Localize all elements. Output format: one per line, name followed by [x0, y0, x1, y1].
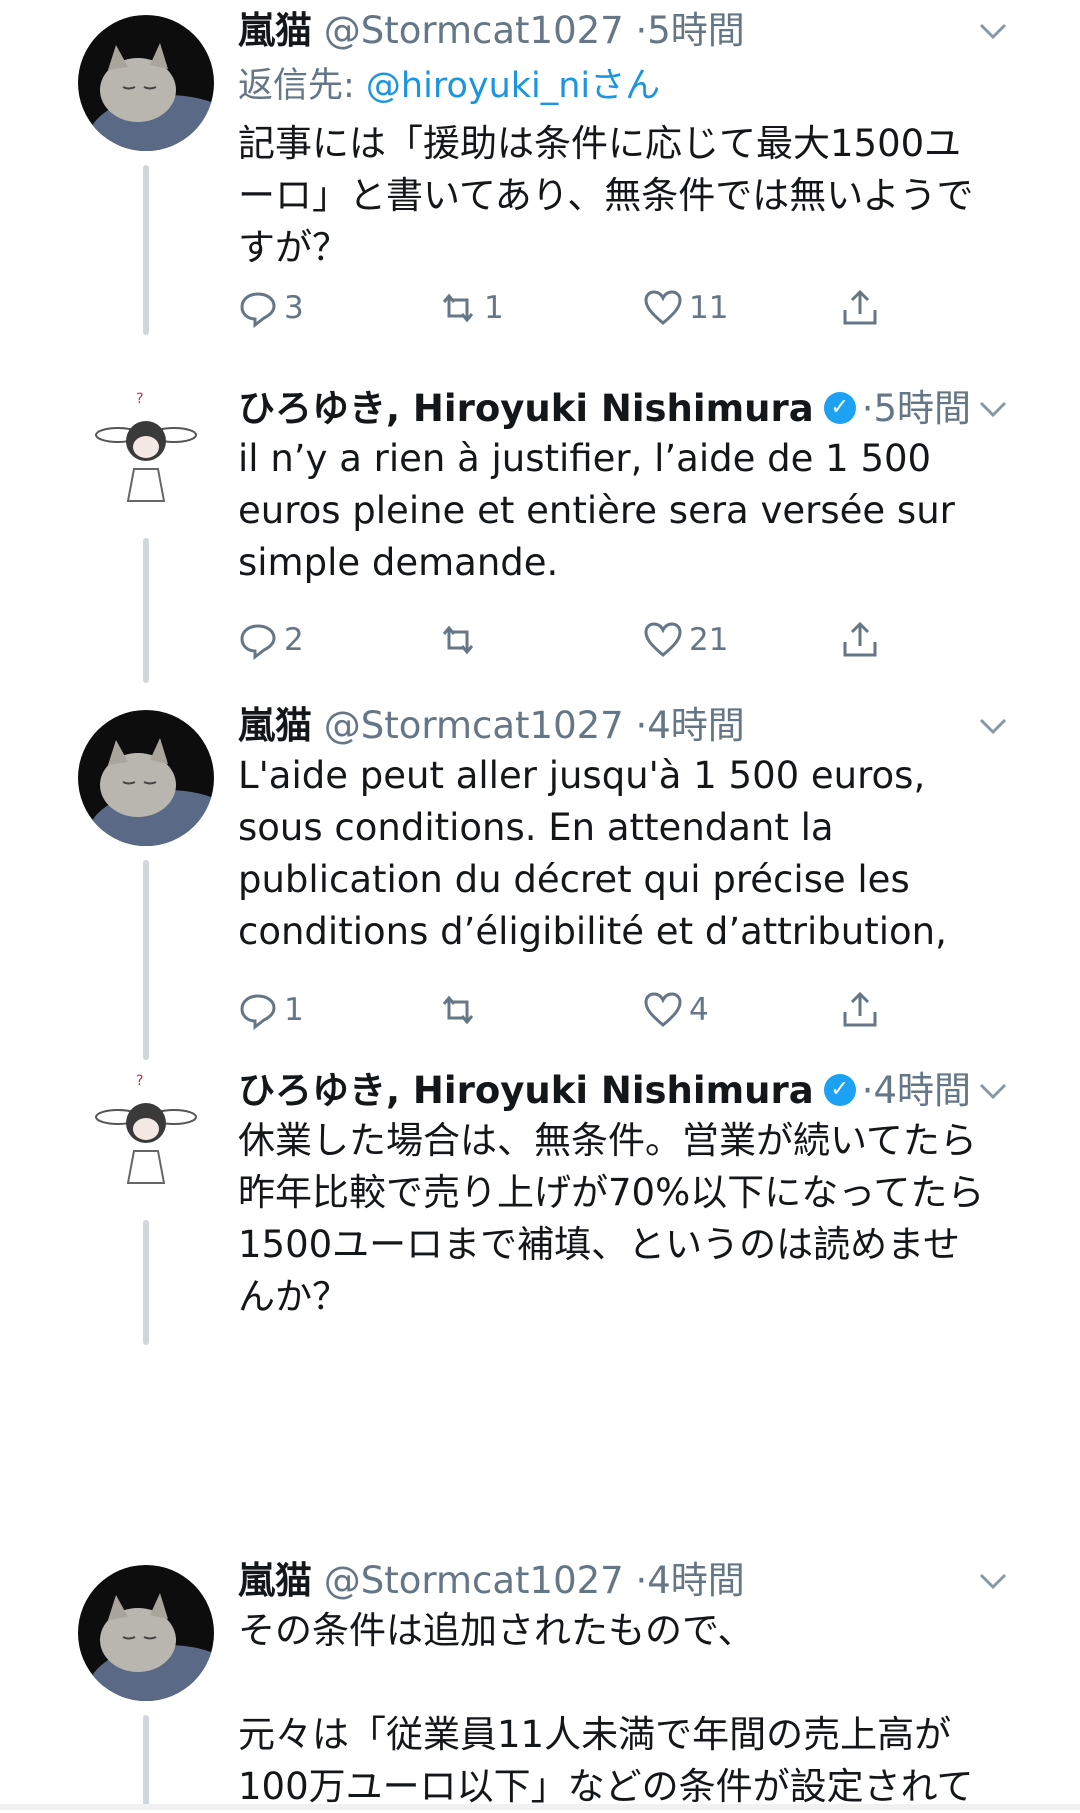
svg-text:?: ?: [136, 1073, 143, 1089]
share-button[interactable]: [840, 985, 880, 1035]
reply-count: 1: [284, 992, 304, 1028]
thread-connector: [143, 1220, 149, 1345]
avatar-hiroyuki[interactable]: ?: [78, 1065, 214, 1201]
share-button[interactable]: [840, 283, 880, 333]
tweet-actions: 1 4: [238, 985, 918, 1035]
tweet-4[interactable]: ? ひろゆき, Hiroyuki Nishimura ✓ ·4時間 休業した場合は、…: [0, 1065, 1080, 1365]
tweet-actions: 3 1 11: [238, 283, 918, 333]
timestamp[interactable]: 4時間: [873, 1069, 971, 1112]
tweet-3[interactable]: 嵐猫 @Stormcat1027 ·4時間 L'aide peut aller …: [0, 700, 1080, 1060]
separator-dot: ·: [635, 1559, 648, 1602]
tweet-text: その条件は追加されたもので、 元々は「従業員11人未満で年間の売上高が 100万…: [238, 1609, 974, 1808]
tweet-5[interactable]: 嵐猫 @Stormcat1027 ·4時間 その条件は追加されたもので、 元々は…: [0, 1555, 1080, 1810]
like-count: 11: [689, 290, 729, 326]
retweet-count: 1: [484, 290, 504, 326]
author-name[interactable]: 嵐猫: [238, 9, 312, 52]
heart-icon: [644, 290, 682, 325]
share-button[interactable]: [840, 615, 880, 665]
share-icon: [843, 621, 877, 657]
author-name[interactable]: 嵐猫: [238, 704, 312, 747]
chevron-down-icon[interactable]: [976, 1079, 1010, 1103]
timestamp[interactable]: 5時間: [647, 9, 745, 52]
like-button[interactable]: 4: [643, 985, 709, 1035]
reply-count: 2: [284, 622, 304, 658]
reply-to-mention[interactable]: @hiroyuki_niさん: [366, 66, 660, 106]
like-button[interactable]: 21: [643, 615, 728, 665]
separator-dot: ·: [861, 1069, 874, 1112]
thread-connector: [143, 538, 149, 683]
chevron-down-icon[interactable]: [976, 1569, 1010, 1593]
separator-dot: ·: [635, 9, 648, 52]
author-name[interactable]: ひろゆき, Hiroyuki Nishimura: [238, 387, 814, 430]
reply-button[interactable]: 2: [238, 615, 304, 665]
timestamp[interactable]: 4時間: [647, 704, 745, 747]
separator-dot: ·: [635, 704, 648, 747]
share-icon: [843, 991, 877, 1027]
author-name[interactable]: ひろゆき, Hiroyuki Nishimura: [238, 1069, 814, 1112]
thread-connector: [143, 165, 149, 335]
verified-badge-icon: ✓: [823, 391, 856, 424]
reply-icon: [240, 994, 276, 1030]
avatar-hiroyuki[interactable]: ?: [78, 383, 214, 519]
heart-icon: [644, 622, 682, 657]
tweet-2[interactable]: ? ひろゆき, Hiroyuki Nishimura ✓ ·5時間 il n’y a…: [0, 383, 1080, 683]
like-count: 4: [689, 992, 709, 1028]
tweet-text: 記事には「援助は条件に応じて最大1500ユ ーロ」と書いてあり、無条件では無いよ…: [238, 122, 974, 269]
author-name[interactable]: 嵐猫: [238, 1559, 312, 1602]
thread-connector: [143, 1715, 149, 1810]
heart-icon: [644, 992, 682, 1027]
svg-text:?: ?: [136, 391, 143, 407]
retweet-icon: [442, 625, 474, 655]
chevron-down-icon[interactable]: [976, 397, 1010, 421]
tweet-text: 休業した場合は、無条件。営業が続いてたら 昨年比較で売り上げが70%以下になって…: [238, 1119, 985, 1318]
avatar-stormcat[interactable]: [78, 1565, 214, 1701]
author-handle[interactable]: @Stormcat1027: [324, 704, 624, 747]
chevron-down-icon[interactable]: [976, 714, 1010, 738]
retweet-button[interactable]: [438, 615, 484, 665]
verified-badge-icon: ✓: [823, 1073, 856, 1106]
reply-icon: [240, 624, 276, 660]
tweet-text: L'aide peut aller jusqu'à 1 500 euros, s…: [238, 754, 947, 953]
retweet-icon: [442, 995, 474, 1025]
bottom-edge: [0, 1804, 1080, 1810]
chevron-down-icon[interactable]: [976, 19, 1010, 43]
timestamp[interactable]: 5時間: [873, 387, 971, 430]
reply-button[interactable]: 1: [238, 985, 304, 1035]
avatar-stormcat[interactable]: [78, 15, 214, 151]
reply-icon: [240, 292, 276, 328]
like-count: 21: [689, 622, 729, 658]
tweet-actions: 2 21: [238, 615, 918, 665]
tweet-1[interactable]: 嵐猫 @Stormcat1027 ·5時間 返信先: @hiroyuki_niさ…: [0, 5, 1080, 340]
separator-dot: ·: [861, 387, 874, 430]
reply-count: 3: [284, 290, 304, 326]
author-handle[interactable]: @Stormcat1027: [324, 1559, 624, 1602]
thread-connector: [143, 860, 149, 1060]
reply-to-label: 返信先:: [238, 66, 366, 106]
retweet-button[interactable]: [438, 985, 484, 1035]
retweet-icon: [442, 293, 474, 323]
reply-button[interactable]: 3: [238, 283, 304, 333]
timestamp[interactable]: 4時間: [647, 1559, 745, 1602]
reply-to-line: 返信先: @hiroyuki_niさん: [238, 61, 660, 111]
share-icon: [843, 289, 877, 325]
tweet-text: il n’y a rien à justifier, l’aide de 1 5…: [238, 437, 955, 584]
like-button[interactable]: 11: [643, 283, 728, 333]
author-handle[interactable]: @Stormcat1027: [324, 9, 624, 52]
avatar-stormcat[interactable]: [78, 710, 214, 846]
retweet-button[interactable]: 1: [438, 283, 504, 333]
